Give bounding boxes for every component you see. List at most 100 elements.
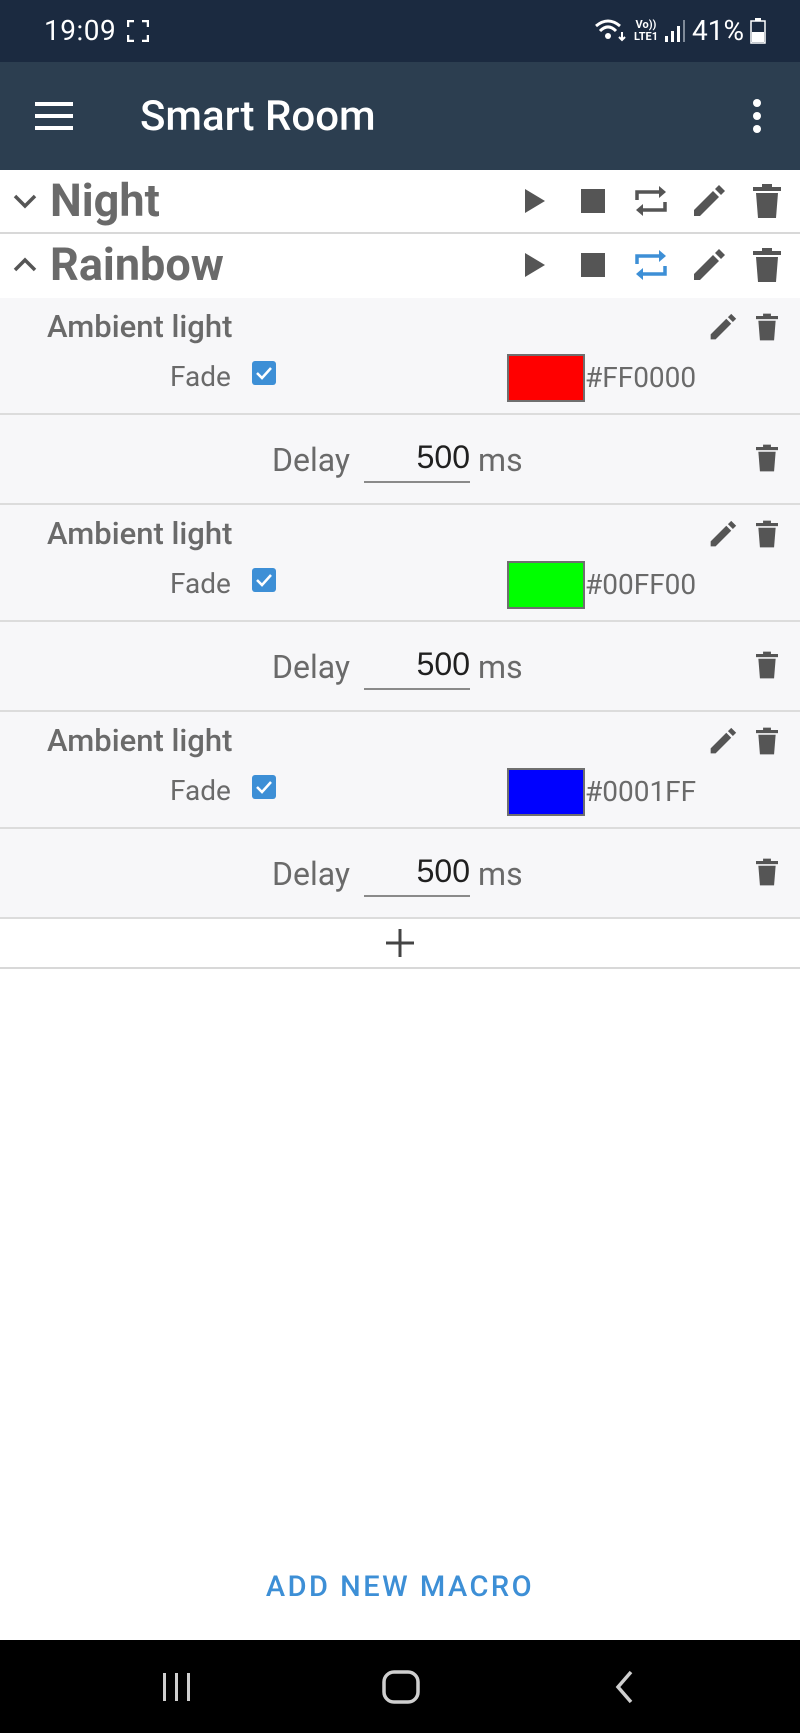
delete-step-button[interactable] xyxy=(748,646,786,684)
pencil-icon xyxy=(710,313,737,340)
stop-button[interactable] xyxy=(570,178,616,224)
recent-apps-icon xyxy=(163,1673,190,1701)
step-title: Ambient light xyxy=(47,308,233,345)
chevron-down-icon xyxy=(13,194,37,209)
recent-apps-button[interactable] xyxy=(152,1664,202,1710)
play-icon xyxy=(525,189,545,213)
menu-icon xyxy=(35,102,73,130)
delay-unit: ms xyxy=(478,855,523,893)
delay-step: Delay ms xyxy=(0,622,800,712)
color-hex: #FF0000 xyxy=(585,361,697,394)
home-button[interactable] xyxy=(376,1664,426,1710)
delete-step-button[interactable] xyxy=(748,515,786,553)
macro-name: Rainbow xyxy=(50,238,224,291)
macro-steps: Ambient light Fade #FF0000 Delay 500 ms … xyxy=(0,298,800,969)
app-title: Smart Room xyxy=(140,92,376,141)
trash-icon xyxy=(756,313,778,341)
edit-step-button[interactable] xyxy=(704,308,742,346)
edit-macro-button[interactable] xyxy=(686,178,732,224)
status-bar: 19:09 Vo)) LTE1 41% xyxy=(0,0,800,62)
plus-icon xyxy=(386,929,414,957)
color-swatch[interactable] xyxy=(507,561,585,609)
delay-label: Delay xyxy=(272,855,351,893)
delay-input[interactable] xyxy=(364,847,470,897)
fade-checkbox[interactable] xyxy=(252,568,276,592)
repeat-button-active[interactable] xyxy=(628,242,674,288)
delete-step-button[interactable] xyxy=(748,722,786,760)
system-nav-bar xyxy=(0,1640,800,1733)
checkmark-icon xyxy=(256,367,272,380)
checkmark-icon xyxy=(256,574,272,587)
macro-actions xyxy=(512,178,790,224)
wifi-icon xyxy=(595,19,626,41)
trash-icon xyxy=(756,727,778,755)
status-time: 19:09 xyxy=(44,14,117,47)
battery-icon xyxy=(750,17,766,44)
collapse-button[interactable] xyxy=(8,248,42,282)
delay-input[interactable] xyxy=(364,433,470,483)
edit-step-button[interactable] xyxy=(704,722,742,760)
macro-name: Night xyxy=(50,174,160,227)
edit-macro-button[interactable] xyxy=(686,242,732,288)
back-button[interactable] xyxy=(600,1664,650,1710)
delete-step-button[interactable] xyxy=(748,308,786,346)
more-options-button[interactable] xyxy=(738,88,776,144)
pencil-icon xyxy=(710,520,737,547)
checkmark-icon xyxy=(256,781,272,794)
delay-input[interactable] xyxy=(364,640,470,690)
app-bar: Smart Room xyxy=(0,62,800,170)
delete-macro-button[interactable] xyxy=(744,178,790,224)
fade-label: Fade xyxy=(170,360,231,393)
delay-label: Delay xyxy=(272,441,351,479)
back-icon xyxy=(615,1670,633,1704)
light-step: Ambient light Fade #0001FF xyxy=(0,712,800,829)
delay-step: Delay ms xyxy=(0,415,800,505)
color-swatch[interactable] xyxy=(507,768,585,816)
pencil-icon xyxy=(694,249,725,280)
trash-icon xyxy=(756,858,778,886)
delay-unit: ms xyxy=(478,648,523,686)
stop-button[interactable] xyxy=(570,242,616,288)
step-title: Ambient light xyxy=(47,722,233,759)
macro-list: Night Rainbow Ambient light Fade #FF0000… xyxy=(0,170,800,969)
play-button[interactable] xyxy=(512,178,558,224)
play-button[interactable] xyxy=(512,242,558,288)
signal-icon xyxy=(665,19,686,42)
add-step-button[interactable] xyxy=(0,919,800,967)
delay-step: Delay ms xyxy=(0,829,800,919)
repeat-button[interactable] xyxy=(628,178,674,224)
delete-step-button[interactable] xyxy=(748,439,786,477)
screenshot-icon xyxy=(127,20,149,42)
delete-step-button[interactable] xyxy=(748,853,786,891)
macro-header-night[interactable]: Night xyxy=(0,170,800,234)
delete-macro-button[interactable] xyxy=(744,242,790,288)
more-vert-icon xyxy=(753,99,761,133)
status-indicators: Vo)) LTE1 41% xyxy=(594,14,766,47)
trash-icon xyxy=(756,520,778,548)
color-hex: #0001FF xyxy=(585,775,697,808)
repeat-icon xyxy=(635,186,667,216)
menu-button[interactable] xyxy=(26,88,82,144)
stop-icon xyxy=(581,253,605,277)
pencil-icon xyxy=(694,185,725,216)
light-step: Ambient light Fade #00FF00 xyxy=(0,505,800,622)
add-new-macro-button[interactable]: ADD NEW MACRO xyxy=(0,1570,800,1604)
volte-icon: Vo)) LTE1 xyxy=(633,17,659,43)
macro-actions xyxy=(512,242,790,288)
delay-unit: ms xyxy=(478,441,523,479)
fade-checkbox[interactable] xyxy=(252,361,276,385)
battery-percent: 41% xyxy=(692,14,744,47)
fade-checkbox[interactable] xyxy=(252,775,276,799)
color-swatch[interactable] xyxy=(507,354,585,402)
macro-header-rainbow[interactable]: Rainbow xyxy=(0,234,800,298)
edit-step-button[interactable] xyxy=(704,515,742,553)
step-actions xyxy=(704,515,786,553)
trash-icon xyxy=(756,444,778,472)
expand-button[interactable] xyxy=(8,184,42,218)
repeat-icon xyxy=(635,250,667,280)
color-hex: #00FF00 xyxy=(585,568,697,601)
chevron-up-icon xyxy=(13,257,37,272)
home-icon xyxy=(382,1670,420,1704)
trash-icon xyxy=(756,651,778,679)
light-step: Ambient light Fade #FF0000 xyxy=(0,298,800,415)
